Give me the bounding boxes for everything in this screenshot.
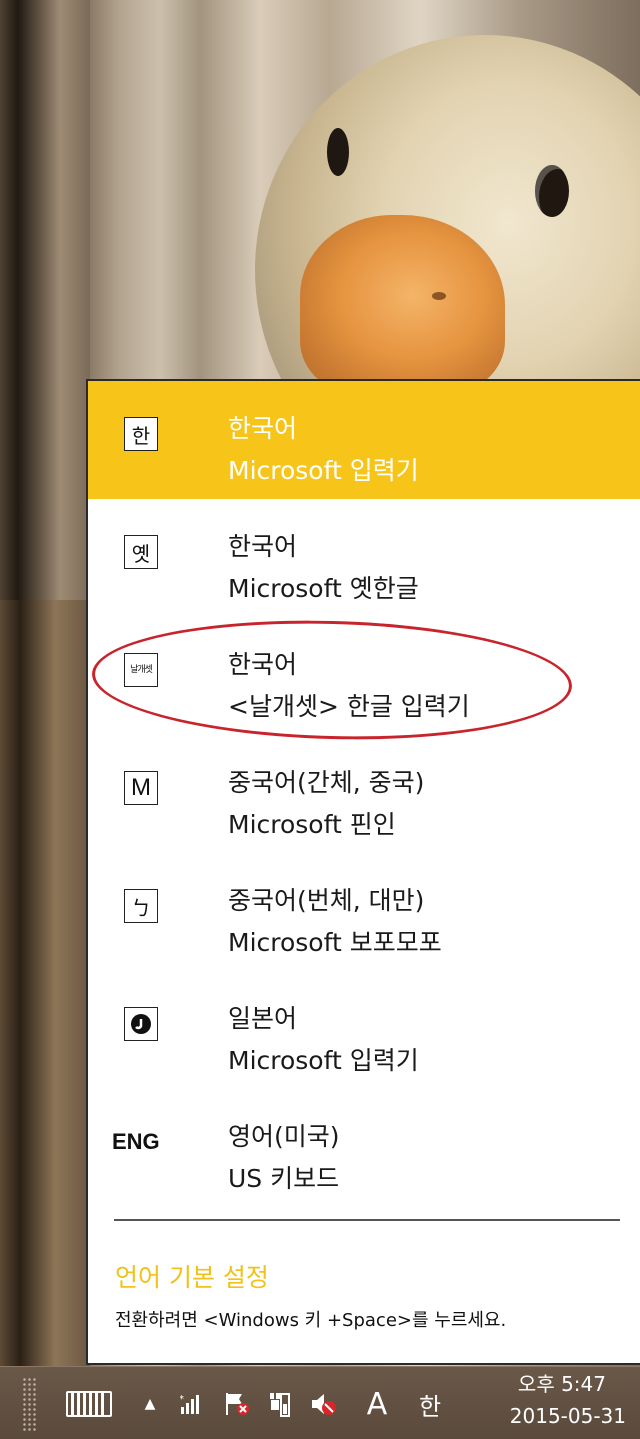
- wallpaper-background-band-bottom: [0, 600, 90, 1366]
- language-ime-description: Microsoft 핀인: [228, 810, 396, 839]
- wallpaper-duckling-beak: [300, 215, 505, 395]
- wallpaper-duckling-right-eye: [535, 165, 569, 217]
- network-signal-glyph: *: [180, 1394, 199, 1414]
- network-signal-icon[interactable]: *: [178, 1387, 208, 1421]
- language-ime-description: Microsoft 입력기: [228, 1046, 419, 1075]
- power-battery-glyph: [270, 1393, 290, 1417]
- language-name: 중국어(번체, 대만): [228, 886, 425, 915]
- language-name: 영어(미국): [228, 1122, 340, 1151]
- language-item-japanese[interactable]: 일본어 Microsoft 입력기: [88, 971, 640, 1089]
- clock-date: 2015-05-31: [509, 1404, 626, 1428]
- language-name: 한국어: [228, 414, 298, 443]
- japanese-ime-icon: [124, 1007, 158, 1041]
- language-ime-description: US 키보드: [228, 1164, 340, 1193]
- language-name: 한국어: [228, 532, 298, 561]
- action-center-flag-glyph: [226, 1393, 249, 1415]
- input-language-flyout: 한 한국어 Microsoft 입력기 옛 한국어 Microsoft 옛한글 …: [86, 379, 640, 1365]
- pinyin-ime-icon: M: [124, 771, 158, 805]
- keyboard-glyph: [66, 1391, 112, 1417]
- wallpaper-duckling-nostril: [432, 292, 446, 300]
- wallpaper-background-band-top: [0, 0, 90, 600]
- language-preferences-link[interactable]: 언어 기본 설정: [115, 1258, 269, 1294]
- action-center-flag-icon[interactable]: [220, 1387, 254, 1421]
- svg-text:*: *: [180, 1394, 184, 1405]
- hangul-ime-icon: 한: [124, 417, 158, 451]
- volume-muted-icon[interactable]: [306, 1387, 342, 1421]
- language-item-korean-nalgaeset[interactable]: 날개셋 한국어 <날개셋> 한글 입력기: [88, 617, 640, 735]
- japanese-ime-glyph: [131, 1014, 151, 1034]
- taskbar: ▲ * A 한: [0, 1366, 640, 1439]
- taskbar-grip-handle[interactable]: [22, 1377, 38, 1431]
- eng-keyboard-icon: ENG: [112, 1129, 160, 1154]
- language-name: 중국어(간체, 중국): [228, 768, 425, 797]
- language-item-english-us[interactable]: ENG 영어(미국) US 키보드: [88, 1089, 640, 1207]
- ime-input-mode-indicator[interactable]: A: [362, 1387, 392, 1422]
- flyout-divider: [114, 1219, 620, 1221]
- show-hidden-icons-chevron-up-icon[interactable]: ▲: [138, 1387, 162, 1421]
- language-item-chinese-simplified[interactable]: M 중국어(간체, 중국) Microsoft 핀인: [88, 735, 640, 853]
- wallpaper-duckling-left-eye: [327, 128, 349, 176]
- language-name: 한국어: [228, 650, 298, 679]
- clock-time: 오후 5:47: [517, 1372, 606, 1396]
- language-ime-description: Microsoft 옛한글: [228, 574, 419, 603]
- language-name: 일본어: [228, 1004, 298, 1033]
- language-item-korean-old-hangul[interactable]: 옛 한국어 Microsoft 옛한글: [88, 499, 640, 617]
- language-ime-description: Microsoft 입력기: [228, 456, 419, 485]
- language-ime-description: <날개셋> 한글 입력기: [228, 692, 470, 721]
- ime-language-indicator[interactable]: 한: [410, 1387, 450, 1421]
- language-item-korean-microsoft-ime[interactable]: 한 한국어 Microsoft 입력기: [88, 381, 640, 499]
- language-item-chinese-traditional[interactable]: ㄅ 중국어(번체, 대만) Microsoft 보포모포: [88, 853, 640, 971]
- language-ime-description: Microsoft 보포모포: [228, 928, 442, 957]
- taskbar-clock[interactable]: 오후 5:47 2015-05-31: [486, 1369, 626, 1433]
- touch-keyboard-icon[interactable]: [62, 1387, 116, 1421]
- power-battery-icon[interactable]: [264, 1387, 294, 1421]
- old-hangul-ime-icon: 옛: [124, 535, 158, 569]
- nalgaeset-ime-icon: 날개셋: [124, 653, 158, 687]
- bopomofo-ime-icon: ㄅ: [124, 889, 158, 923]
- switch-shortcut-hint: 전환하려면 <Windows 키 +Space>를 누르세요.: [115, 1310, 507, 1331]
- volume-muted-glyph: [312, 1394, 336, 1415]
